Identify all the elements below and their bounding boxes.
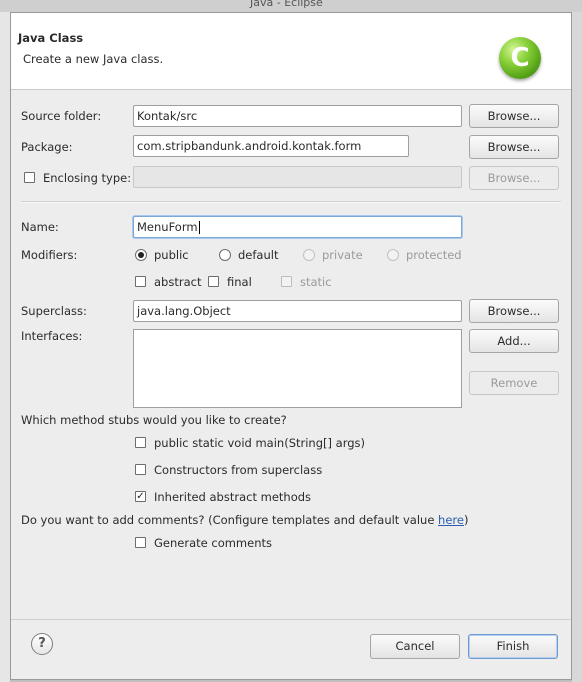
enclosing-type-checkbox[interactable] bbox=[24, 172, 35, 183]
background-left-edge bbox=[0, 12, 10, 682]
method-stubs-question: Which method stubs would you like to cre… bbox=[21, 413, 287, 427]
modifier-default-label: default bbox=[238, 248, 279, 262]
superclass-label: Superclass: bbox=[21, 304, 87, 318]
stub-constructors-checkbox[interactable] bbox=[135, 464, 146, 475]
modifier-private-label: private bbox=[322, 248, 363, 262]
interfaces-add-button[interactable]: Add... bbox=[469, 329, 559, 353]
modifier-static-checkbox[interactable] bbox=[281, 276, 292, 287]
modifier-protected-radio[interactable] bbox=[387, 249, 399, 261]
background-window-title: Java - Eclipse bbox=[250, 0, 323, 9]
name-input[interactable]: MenuForm bbox=[133, 216, 462, 238]
stub-main-checkbox[interactable] bbox=[135, 437, 146, 448]
stub-inherited-checkbox[interactable]: ✓ bbox=[135, 491, 146, 502]
superclass-browse-button[interactable]: Browse... bbox=[469, 299, 559, 323]
package-label: Package: bbox=[21, 140, 73, 154]
enclosing-type-browse-button[interactable]: Browse... bbox=[469, 166, 559, 190]
interfaces-label: Interfaces: bbox=[21, 329, 83, 343]
dialog-header: Java Class Create a new Java class. C bbox=[11, 13, 571, 90]
superclass-input[interactable]: java.lang.Object bbox=[133, 300, 462, 322]
modifier-final-checkbox[interactable] bbox=[208, 276, 219, 287]
configure-templates-link[interactable]: here bbox=[438, 513, 464, 527]
comments-question-suffix: ) bbox=[463, 513, 469, 527]
source-folder-browse-button[interactable]: Browse... bbox=[469, 104, 559, 128]
dialog-title: Java Class bbox=[18, 31, 84, 45]
background-right-edge bbox=[572, 12, 582, 682]
comments-question-text: Do you want to add comments? (Configure … bbox=[21, 513, 439, 527]
stub-inherited-label: Inherited abstract methods bbox=[154, 490, 312, 504]
package-input[interactable]: com.stripbandunk.android.kontak.form bbox=[133, 135, 409, 157]
modifier-abstract-checkbox[interactable] bbox=[135, 276, 146, 287]
enclosing-type-input[interactable] bbox=[133, 166, 462, 188]
package-browse-button[interactable]: Browse... bbox=[469, 135, 559, 159]
section-separator bbox=[21, 201, 561, 203]
modifier-private-radio[interactable] bbox=[303, 249, 315, 261]
java-class-logo-icon: C bbox=[499, 37, 541, 79]
modifier-public-radio[interactable] bbox=[135, 249, 147, 261]
name-input-value: MenuForm bbox=[137, 220, 198, 234]
interfaces-remove-button[interactable]: Remove bbox=[469, 371, 559, 395]
finish-button[interactable]: Finish bbox=[468, 634, 558, 659]
modifier-static-label: static bbox=[300, 275, 332, 289]
generate-comments-checkbox[interactable] bbox=[135, 537, 146, 548]
generate-comments-label: Generate comments bbox=[154, 536, 272, 550]
footer-separator bbox=[11, 619, 571, 620]
comments-question: Do you want to add comments? (Configure … bbox=[21, 513, 468, 527]
stub-constructors-label: Constructors from superclass bbox=[154, 463, 323, 477]
new-java-class-dialog: Java Class Create a new Java class. C So… bbox=[10, 12, 572, 680]
enclosing-type-label: Enclosing type: bbox=[43, 171, 132, 185]
dialog-description: Create a new Java class. bbox=[23, 52, 164, 66]
stub-main-label: public static void main(String[] args) bbox=[154, 436, 365, 450]
source-folder-input[interactable]: Kontak/src bbox=[133, 105, 462, 127]
modifier-default-radio[interactable] bbox=[219, 249, 231, 261]
modifier-final-label: final bbox=[227, 275, 252, 289]
background-title-bar: Java - Eclipse bbox=[0, 0, 582, 12]
modifiers-label: Modifiers: bbox=[21, 248, 78, 262]
modifier-protected-label: protected bbox=[406, 248, 462, 262]
help-icon[interactable]: ? bbox=[31, 633, 53, 655]
source-folder-label: Source folder: bbox=[21, 109, 102, 123]
modifier-public-label: public bbox=[154, 248, 189, 262]
interfaces-list[interactable] bbox=[133, 329, 462, 408]
modifier-abstract-label: abstract bbox=[154, 275, 202, 289]
text-caret bbox=[198, 221, 200, 234]
cancel-button[interactable]: Cancel bbox=[370, 634, 460, 659]
name-label: Name: bbox=[21, 220, 59, 234]
